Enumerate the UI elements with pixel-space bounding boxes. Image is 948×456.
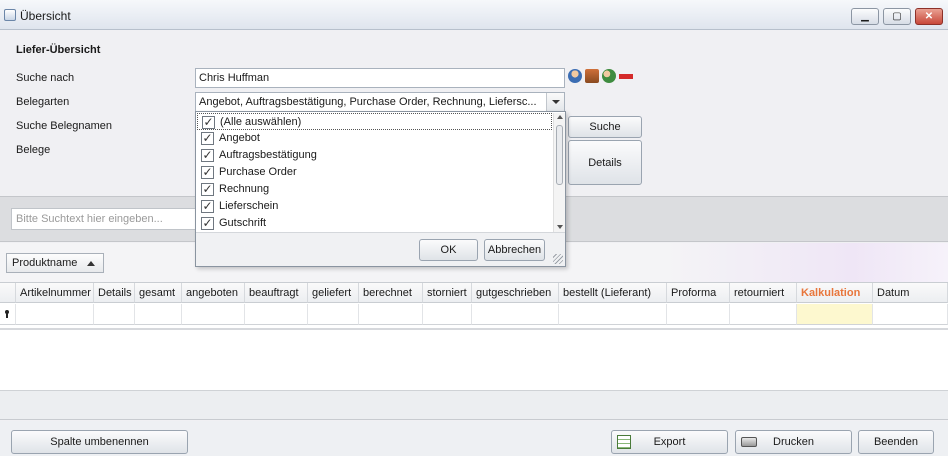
doc-types-value: Angebot, Auftragsbestätigung, Purchase O… (199, 96, 537, 108)
close-button[interactable]: Beenden (858, 430, 934, 454)
filter-cell[interactable] (135, 304, 182, 325)
col-datum[interactable]: Datum (873, 283, 948, 303)
doc-types-dropdown[interactable]: ✓ (Alle auswählen) ✓ Angebot ✓ Auftragsb… (195, 111, 566, 267)
print-button[interactable]: Drucken (735, 430, 852, 454)
filter-cell[interactable] (472, 304, 559, 325)
checkbox[interactable]: ✓ (201, 132, 214, 145)
list-item-select-all[interactable]: ✓ (Alle auswählen) (197, 113, 552, 130)
col-gesamt[interactable]: gesamt (135, 283, 182, 303)
export-button[interactable]: Export (611, 430, 728, 454)
col-bestellt-lieferant[interactable]: bestellt (Lieferant) (559, 283, 667, 303)
scroll-down-icon[interactable] (557, 225, 563, 229)
filter-row-indicator (0, 304, 16, 325)
filter-cell[interactable] (730, 304, 797, 325)
col-proforma[interactable]: Proforma (667, 283, 730, 303)
minimize-button[interactable]: ▁ (851, 8, 879, 25)
search-by-icons (568, 69, 633, 83)
ok-button[interactable]: OK (419, 239, 478, 261)
search-input[interactable]: Bitte Suchtext hier eingeben... (11, 208, 199, 230)
section-title: Liefer-Übersicht (16, 44, 101, 56)
list-item[interactable]: ✓ Gutschrift (197, 215, 552, 232)
list-item[interactable]: ✓ Rechnung (197, 181, 552, 198)
filter-cell[interactable] (94, 304, 135, 325)
checkbox[interactable]: ✓ (201, 149, 214, 162)
col-kalkulation[interactable]: Kalkulation (797, 283, 873, 303)
maximize-button[interactable]: ▢ (883, 8, 911, 25)
list-item[interactable]: ✓ Lieferschein (197, 198, 552, 215)
filter-cell[interactable] (559, 304, 667, 325)
close-window-button[interactable]: ✕ (915, 8, 943, 25)
chevron-down-icon[interactable] (546, 93, 564, 111)
list-item[interactable]: ✓ Purchase Order (197, 164, 552, 181)
app-icon (4, 9, 16, 21)
data-grid[interactable]: Artikelnummer Details gesamt angeboten b… (0, 282, 948, 328)
checkbox[interactable]: ✓ (201, 183, 214, 196)
col-beauftragt[interactable]: beauftragt (245, 283, 308, 303)
spreadsheet-icon (617, 435, 631, 449)
search-doc-names-label: Suche Belegnamen (16, 120, 113, 132)
doc-types-list[interactable]: ✓ (Alle auswählen) ✓ Angebot ✓ Auftragsb… (197, 113, 554, 232)
remove-icon[interactable] (619, 74, 633, 79)
group-icon[interactable] (602, 69, 616, 83)
search-by-field[interactable]: Chris Huffman (195, 68, 565, 88)
cancel-button[interactable]: Abbrechen (484, 239, 545, 261)
col-angeboten[interactable]: angeboten (182, 283, 245, 303)
printer-icon (741, 437, 757, 447)
person-icon[interactable] (568, 69, 582, 83)
doc-types-combobox[interactable]: Angebot, Auftragsbestätigung, Purchase O… (195, 92, 565, 112)
row-indicator-header (0, 283, 16, 303)
filter-cell-kalkulation[interactable] (797, 304, 873, 325)
col-details[interactable]: Details (94, 283, 135, 303)
status-area (0, 390, 948, 420)
checkbox[interactable]: ✓ (201, 200, 214, 213)
sort-chip[interactable]: Produktname (6, 253, 104, 273)
filter-cell[interactable] (359, 304, 423, 325)
resize-grip-icon[interactable] (553, 254, 563, 264)
filter-cell[interactable] (423, 304, 472, 325)
doc-types-label: Belegarten (16, 96, 70, 108)
dropdown-footer: OK Abbrechen (196, 232, 565, 266)
grid-empty-area (0, 328, 948, 390)
col-berechnet[interactable]: berechnet (359, 283, 423, 303)
checkbox[interactable]: ✓ (201, 166, 214, 179)
search-button[interactable]: Suche (568, 116, 642, 138)
title-bar: Übersicht ▁ ▢ ✕ (0, 0, 948, 30)
search-by-label: Suche nach (16, 72, 75, 84)
sort-asc-icon (87, 261, 95, 266)
books-icon[interactable] (585, 69, 599, 83)
docs-label: Belege (16, 144, 51, 156)
filter-cell[interactable] (182, 304, 245, 325)
col-artikelnummer[interactable]: Artikelnummer (16, 283, 94, 303)
rename-column-button[interactable]: Spalte umbenennen (11, 430, 188, 454)
filter-cell[interactable] (308, 304, 359, 325)
dropdown-scrollbar[interactable] (553, 113, 565, 232)
checkbox[interactable]: ✓ (201, 217, 214, 230)
col-storniert[interactable]: storniert (423, 283, 472, 303)
filter-cell[interactable] (873, 304, 948, 325)
checkbox[interactable]: ✓ (202, 116, 215, 129)
window-title: Übersicht (20, 9, 71, 23)
col-gutgeschrieben[interactable]: gutgeschrieben (472, 283, 559, 303)
col-retourniert[interactable]: retourniert (730, 283, 797, 303)
list-item[interactable]: ✓ Auftragsbestätigung (197, 147, 552, 164)
list-item[interactable]: ✓ Angebot (197, 130, 552, 147)
col-geliefert[interactable]: geliefert (308, 283, 359, 303)
filter-cell[interactable] (667, 304, 730, 325)
scroll-thumb[interactable] (556, 125, 563, 185)
details-button[interactable]: Details (568, 140, 642, 185)
filter-cell[interactable] (245, 304, 308, 325)
filter-cell[interactable] (16, 304, 94, 325)
scroll-up-icon[interactable] (557, 115, 563, 119)
